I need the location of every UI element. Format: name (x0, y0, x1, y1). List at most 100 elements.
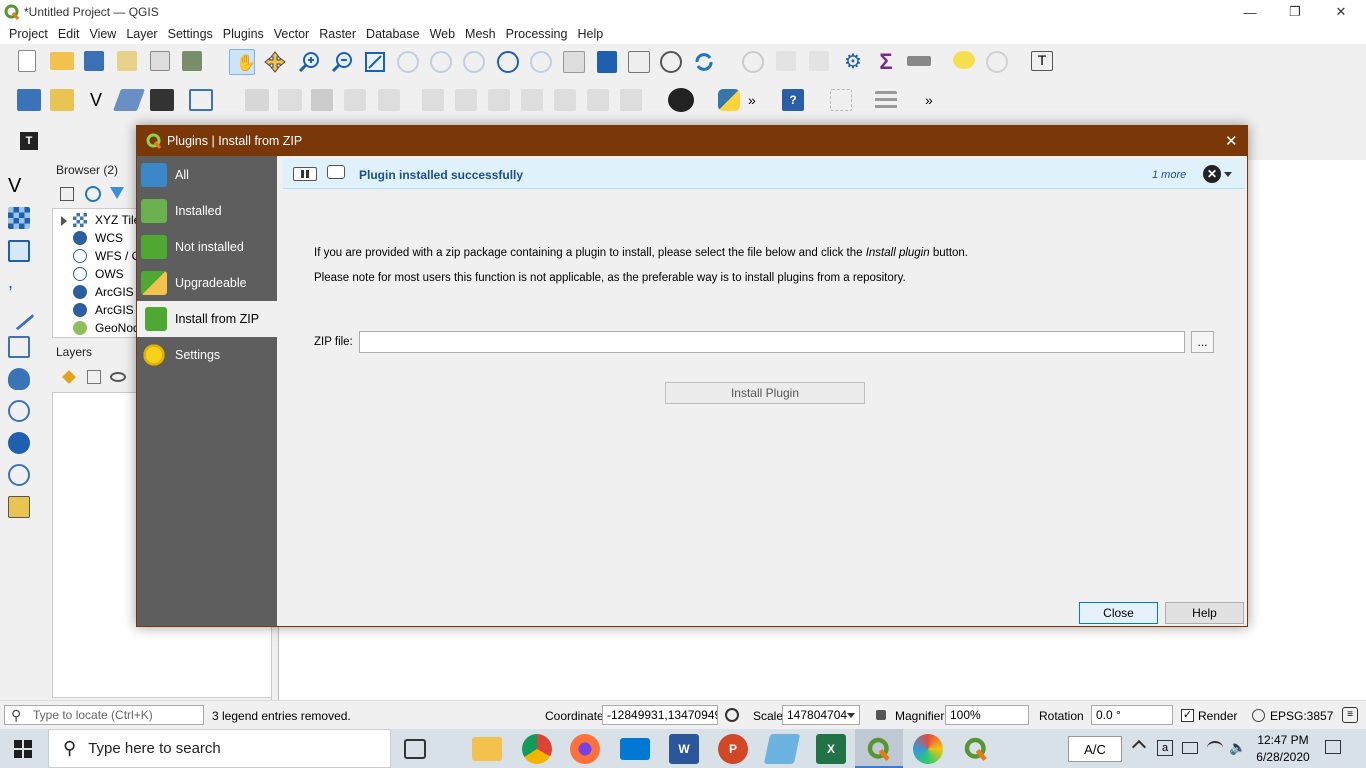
firefox-icon[interactable] (570, 734, 600, 764)
open-project-icon[interactable] (50, 52, 74, 70)
chrome-icon[interactable] (522, 734, 552, 764)
close-button[interactable]: Close (1079, 602, 1158, 624)
locator-input[interactable]: ⚲ Type to locate (Ctrl+K) (4, 705, 204, 725)
add-delimited-text-icon[interactable]: , (8, 272, 30, 294)
clock-date[interactable]: 6/28/2020 (1252, 750, 1314, 764)
new-geopackage-icon[interactable] (8, 496, 30, 518)
amazon-icon[interactable]: a (1157, 740, 1173, 756)
wifi-icon[interactable] (1207, 741, 1223, 755)
add-wfs-icon[interactable] (8, 464, 30, 486)
zoom-out-icon[interactable] (331, 51, 353, 73)
windows-start-icon[interactable] (14, 740, 32, 758)
layout-manager-icon[interactable] (150, 51, 170, 71)
minimize-button[interactable]: — (1227, 0, 1273, 24)
task-view-icon[interactable] (404, 739, 426, 759)
close-window-button[interactable]: ✕ (1318, 0, 1364, 24)
lock-icon[interactable] (876, 710, 886, 720)
menu-processing[interactable]: Processing (501, 27, 573, 41)
pause-icon[interactable] (293, 167, 317, 181)
statistical-summary-icon[interactable]: Σ (875, 51, 897, 73)
message-more-link[interactable]: 1 more (1152, 169, 1186, 181)
new-virtual-layer-icon[interactable] (150, 89, 174, 111)
help-contents-icon[interactable]: ? (782, 89, 804, 111)
new-shapefile-layer-icon[interactable]: V (84, 89, 108, 111)
toolbar-overflow-icon[interactable]: » (748, 92, 756, 108)
menu-mesh[interactable]: Mesh (460, 27, 501, 41)
toggle-extents-icon[interactable] (725, 708, 739, 722)
tab-upgradeable[interactable]: Upgradeable (137, 265, 277, 301)
tab-settings[interactable]: Settings (137, 337, 277, 373)
volume-icon[interactable]: 🔈 (1229, 739, 1246, 756)
data-source-manager-icon[interactable] (17, 89, 41, 111)
render-checkbox[interactable]: ✓ (1181, 709, 1194, 722)
input-language-indicator[interactable]: A/C (1068, 736, 1122, 762)
tab-installed[interactable]: Installed (137, 193, 277, 229)
new-bookmark-icon[interactable] (597, 51, 617, 73)
manage-map-themes-icon[interactable] (110, 372, 126, 382)
mail-icon[interactable] (620, 738, 650, 760)
notes-app-icon[interactable] (763, 734, 801, 764)
zoom-in-icon[interactable] (298, 51, 320, 73)
temporal-controller-icon[interactable] (660, 51, 682, 73)
menu-edit[interactable]: Edit (53, 27, 85, 41)
menu-vector[interactable]: Vector (269, 27, 314, 41)
save-project-icon[interactable] (84, 51, 104, 71)
toolbar-overflow-icon[interactable]: » (925, 92, 933, 108)
dialog-close-icon[interactable]: ✕ (1225, 132, 1238, 150)
add-vector-layer-icon[interactable]: V (8, 174, 32, 198)
menu-settings[interactable]: Settings (163, 27, 218, 41)
add-selected-layers-icon[interactable] (60, 187, 74, 201)
menu-raster[interactable]: Raster (314, 27, 361, 41)
add-virtual-layer-icon[interactable] (8, 336, 30, 358)
menu-database[interactable]: Database (361, 27, 425, 41)
crs-button[interactable]: EPSG:3857 (1270, 709, 1333, 723)
attributes-toolbar-icon[interactable] (875, 91, 897, 109)
new-map-view-icon[interactable] (563, 51, 585, 73)
restore-button[interactable]: ❐ (1272, 0, 1318, 24)
style-layer-icon[interactable] (62, 370, 76, 384)
qgis-taskbar-active[interactable] (855, 729, 903, 768)
map-tips-icon[interactable] (953, 51, 975, 69)
measure-line-icon[interactable] (907, 56, 931, 66)
new-geopackage-layer-icon[interactable] (50, 89, 74, 111)
filter-browser-icon[interactable] (110, 187, 124, 199)
excel-icon[interactable]: X (816, 734, 846, 764)
message-close-icon[interactable]: ✕ (1203, 165, 1221, 183)
battery-icon[interactable] (1182, 742, 1198, 754)
word-icon[interactable]: W (669, 734, 699, 764)
add-postgis-icon[interactable] (8, 368, 30, 390)
help-button[interactable]: Help (1165, 602, 1244, 624)
style-manager-icon[interactable] (182, 51, 202, 71)
add-mesh-layer-icon[interactable] (8, 240, 30, 262)
menu-layer[interactable]: Layer (121, 27, 162, 41)
tab-not-installed[interactable]: Not installed (137, 229, 277, 265)
text-annotation-icon[interactable]: T (1031, 51, 1053, 71)
refresh-browser-icon[interactable] (85, 186, 101, 202)
file-explorer-icon[interactable] (472, 737, 502, 761)
menu-view[interactable]: View (84, 27, 121, 41)
processing-toolbox-icon[interactable]: ⚙ (842, 51, 864, 73)
powerpoint-icon[interactable]: P (718, 734, 748, 764)
rotation-spinbox[interactable]: 0.0 ° (1091, 705, 1173, 725)
messages-icon[interactable]: ≡ (1342, 707, 1358, 723)
new-project-icon[interactable] (18, 50, 36, 72)
zoom-full-icon[interactable] (364, 51, 386, 73)
plugin-icon[interactable] (668, 88, 694, 112)
new-temporary-layer-icon[interactable] (112, 89, 146, 111)
install-plugin-button[interactable]: Install Plugin (665, 382, 865, 404)
menu-help[interactable]: Help (572, 27, 608, 41)
text-plugin-icon[interactable]: T (20, 132, 38, 150)
add-group-icon[interactable] (87, 370, 101, 384)
menu-project[interactable]: Project (4, 27, 53, 41)
browse-zip-button[interactable]: ... (1191, 331, 1214, 353)
coordinate-input[interactable]: -12849931,13470949 (602, 705, 718, 725)
magnifier-spinbox[interactable]: 100% (945, 705, 1029, 725)
menu-plugins[interactable]: Plugins (218, 27, 269, 41)
zoom-last-icon[interactable] (497, 51, 519, 73)
taskbar-search-box[interactable]: ⚲ Type here to search (48, 729, 391, 768)
crs-globe-icon[interactable] (1252, 709, 1265, 722)
menu-web[interactable]: Web (425, 27, 460, 41)
python-console-icon[interactable] (718, 89, 740, 111)
show-hidden-icons-chevron-up-icon[interactable] (1131, 739, 1147, 755)
pan-map-icon[interactable]: ✋ (229, 49, 256, 75)
